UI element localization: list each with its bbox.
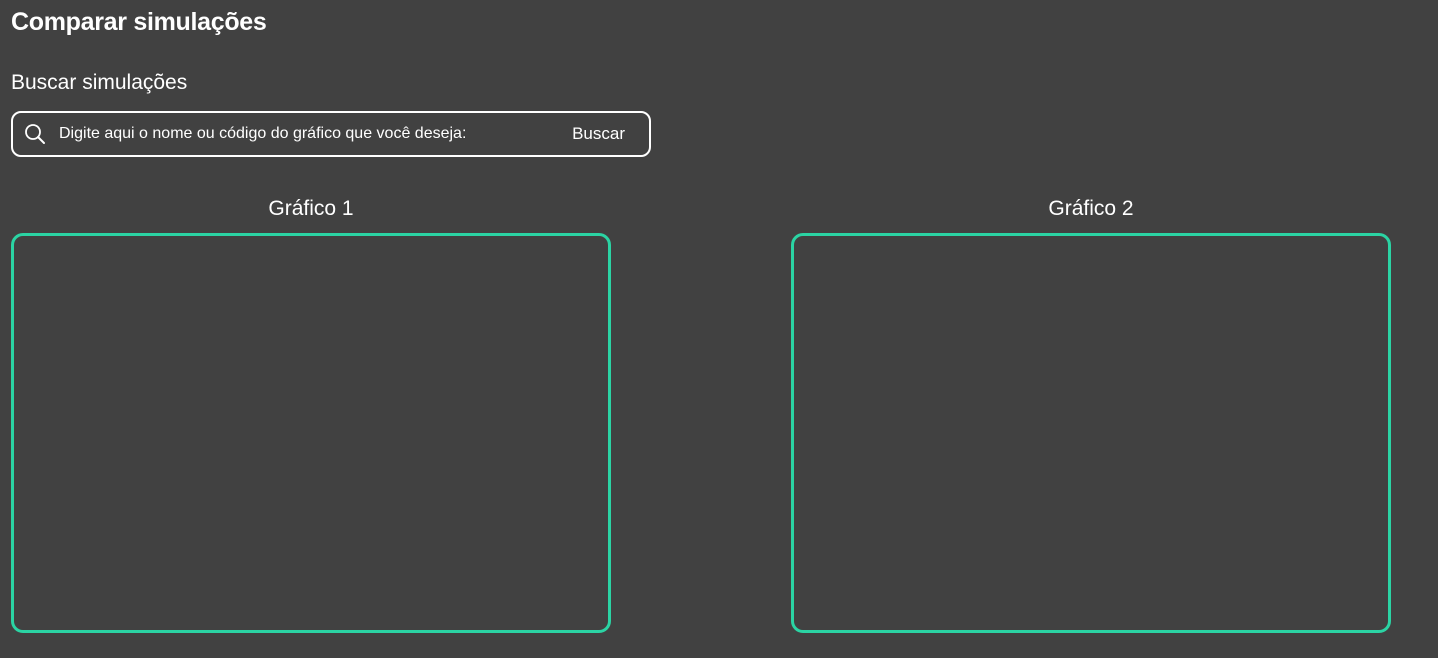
search-input[interactable] [59, 113, 573, 155]
search-heading: Buscar simulações [11, 71, 188, 94]
search-bar: Buscar [11, 111, 651, 157]
search-icon[interactable] [24, 123, 46, 145]
search-button[interactable]: Buscar [572, 124, 625, 144]
chart-2-panel [791, 233, 1391, 633]
chart-1-panel [11, 233, 611, 633]
chart-1-label: Gráfico 1 [268, 197, 354, 220]
chart-2-label: Gráfico 2 [1048, 197, 1134, 220]
page-title: Comparar simulações [11, 8, 267, 36]
